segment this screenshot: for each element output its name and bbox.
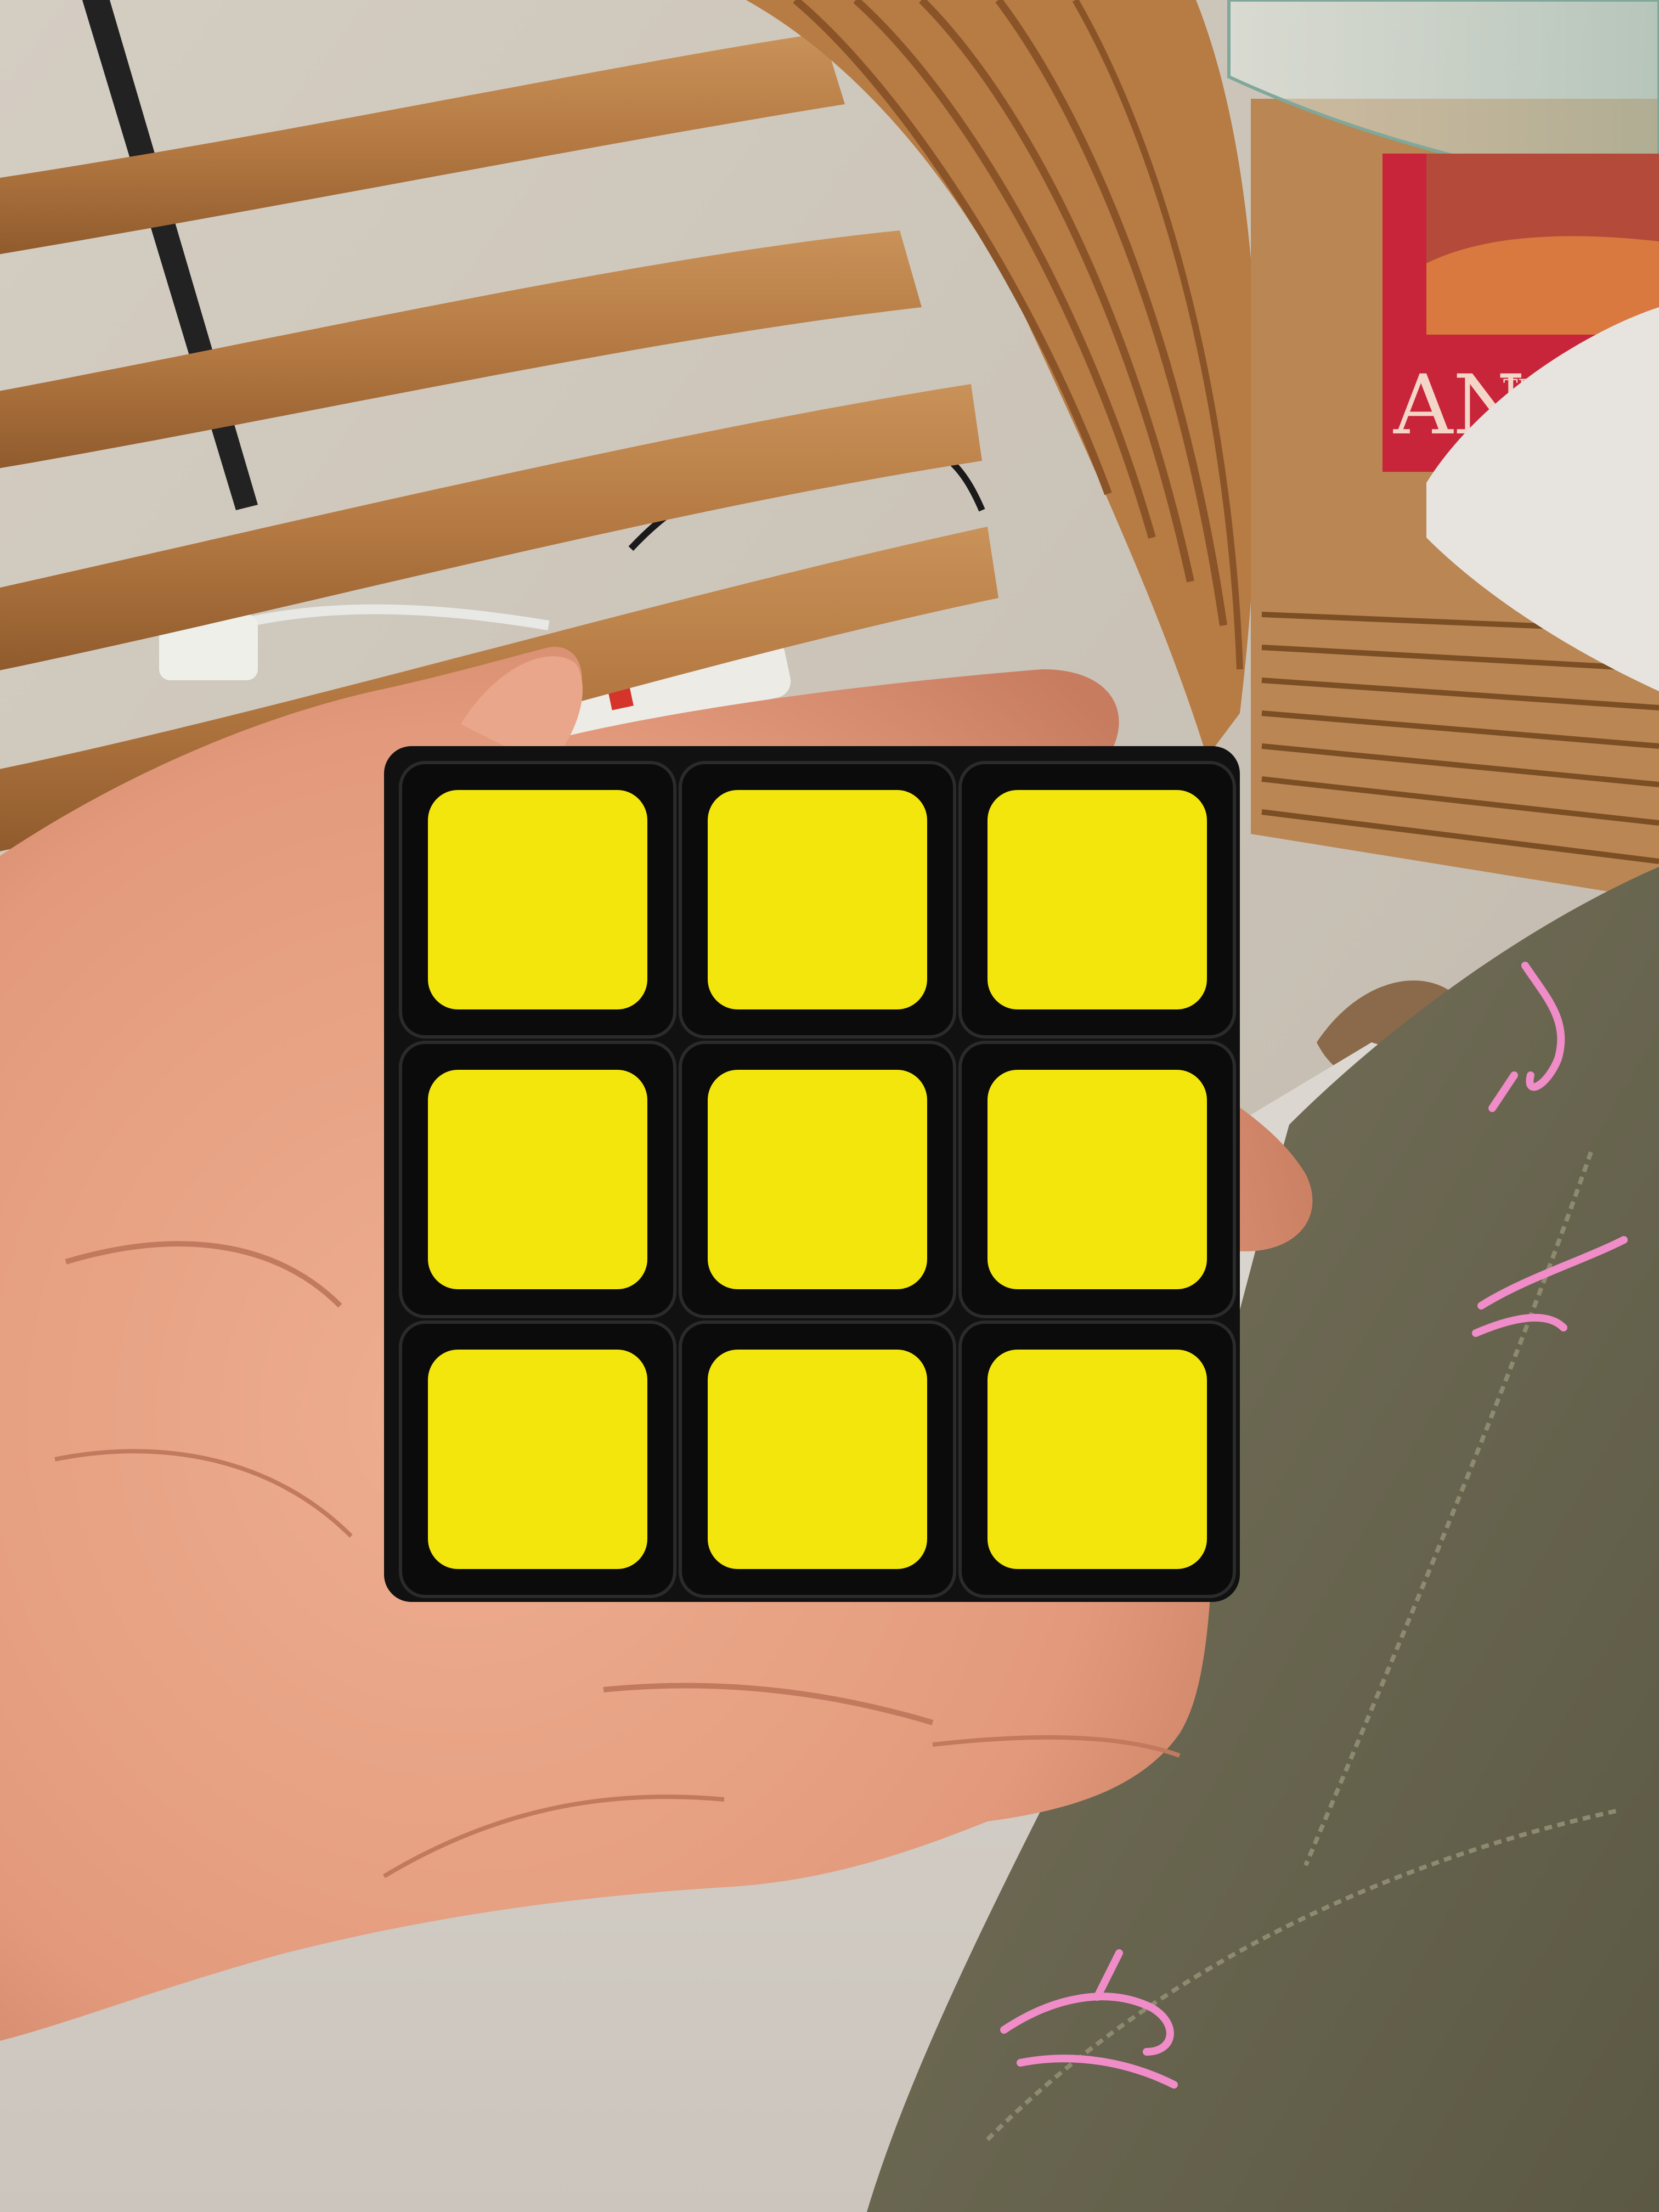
cube-sticker-0-2 [988, 790, 1207, 1009]
cube-face [399, 761, 1236, 1598]
cube-sticker-2-0 [428, 1350, 647, 1569]
photo-canvas: AN TRA DU DE [0, 0, 1659, 2212]
cube-sticker-2-1 [708, 1350, 927, 1569]
cube-sticker-0-0 [428, 790, 647, 1009]
cube-sticker-1-0 [428, 1070, 647, 1289]
cube-sticker-0-1 [708, 790, 927, 1009]
cube-sticker-2-2 [988, 1350, 1207, 1569]
cube-sticker-1-2 [988, 1070, 1207, 1289]
photo-scene: AN TRA DU DE [0, 0, 1659, 2212]
cube-sticker-1-1 [708, 1070, 927, 1289]
rubiks-cube [384, 746, 1240, 1602]
